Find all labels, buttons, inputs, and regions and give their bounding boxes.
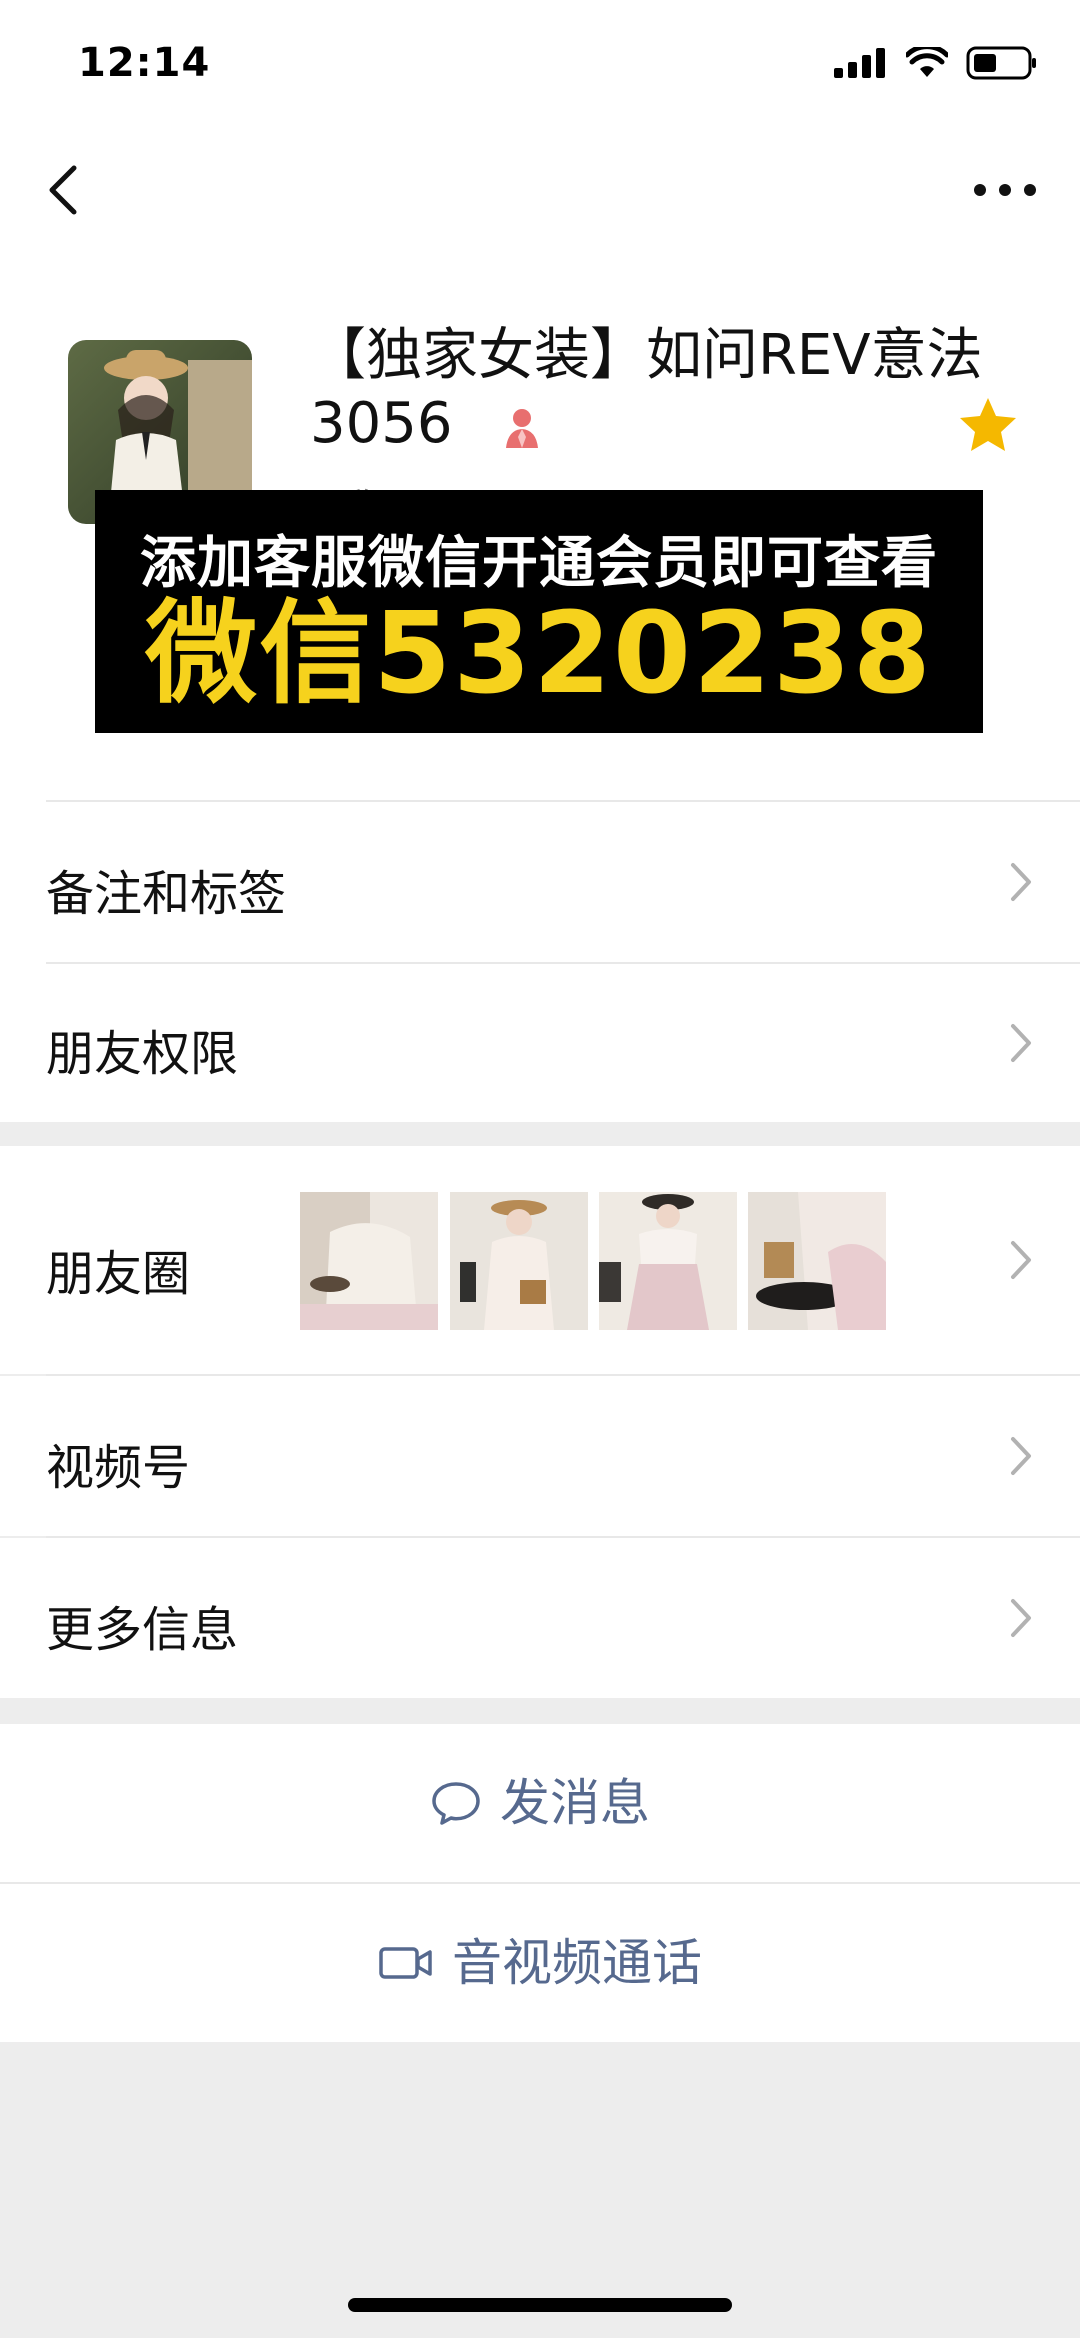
menu-item-friend-permissions[interactable]: 朋友权限 xyxy=(0,964,1080,1122)
voice-video-call-content: 音视频通话 xyxy=(378,1884,702,2042)
moments-thumbnail xyxy=(450,1192,588,1330)
contact-profile-page: 12:14 【独家女装】如问REV意法3056 添加客服微信开通会员即可查看 微… xyxy=(0,0,1080,2338)
star-icon xyxy=(960,398,1016,451)
menu-item-moments[interactable]: 朋友圈 xyxy=(0,1146,1080,1374)
menu-item-label: 朋友圈 xyxy=(46,1246,191,1302)
menu-item-label: 备注和标签 xyxy=(46,866,287,922)
menu-item-more-info[interactable]: 更多信息 xyxy=(0,1538,1080,1698)
battery-icon xyxy=(966,46,1036,80)
voice-video-call-label: 音视频通话 xyxy=(452,1934,702,1992)
more-options-button[interactable] xyxy=(970,170,1040,210)
home-indicator xyxy=(348,2298,732,2312)
chevron-right-icon xyxy=(1011,1024,1031,1062)
send-message-content: 发消息 xyxy=(430,1724,650,1882)
menu-item-remarks-tags[interactable]: 备注和标签 xyxy=(0,802,1080,962)
video-camera-icon xyxy=(379,1947,432,1979)
promo-text: 添加客服微信开通会员即可查看 xyxy=(140,531,938,596)
moments-thumbnail xyxy=(748,1192,886,1330)
send-message-label: 发消息 xyxy=(500,1774,650,1832)
wifi-icon xyxy=(906,47,948,77)
signal-icon xyxy=(834,48,885,78)
voice-video-call-button[interactable]: 音视频通话 xyxy=(0,1884,1080,2042)
moments-thumbnail xyxy=(300,1192,438,1330)
profile-name: 【独家女装】如问REV意法3056 xyxy=(310,323,983,456)
chevron-right-icon xyxy=(1011,1599,1031,1637)
menu-item-channels[interactable]: 视频号 xyxy=(0,1376,1080,1536)
menu-item-label: 视频号 xyxy=(46,1440,191,1496)
menu-item-label: 朋友权限 xyxy=(46,1026,239,1082)
chevron-right-icon xyxy=(1011,1437,1031,1475)
back-button[interactable] xyxy=(40,160,90,220)
status-time: 12:14 xyxy=(78,40,211,86)
menu-item-label: 更多信息 xyxy=(46,1602,239,1658)
promo-wechat-id: 微信5320238 xyxy=(145,589,933,719)
moments-thumbnail xyxy=(599,1192,737,1330)
send-message-button[interactable]: 发消息 xyxy=(0,1724,1080,1882)
chevron-right-icon xyxy=(1011,1241,1031,1279)
female-icon xyxy=(506,409,538,448)
promo-banner: 添加客服微信开通会员即可查看 微信5320238 xyxy=(95,490,983,733)
status-icons xyxy=(834,46,1038,80)
chevron-right-icon xyxy=(1011,863,1031,901)
chat-bubble-icon xyxy=(432,1782,480,1825)
